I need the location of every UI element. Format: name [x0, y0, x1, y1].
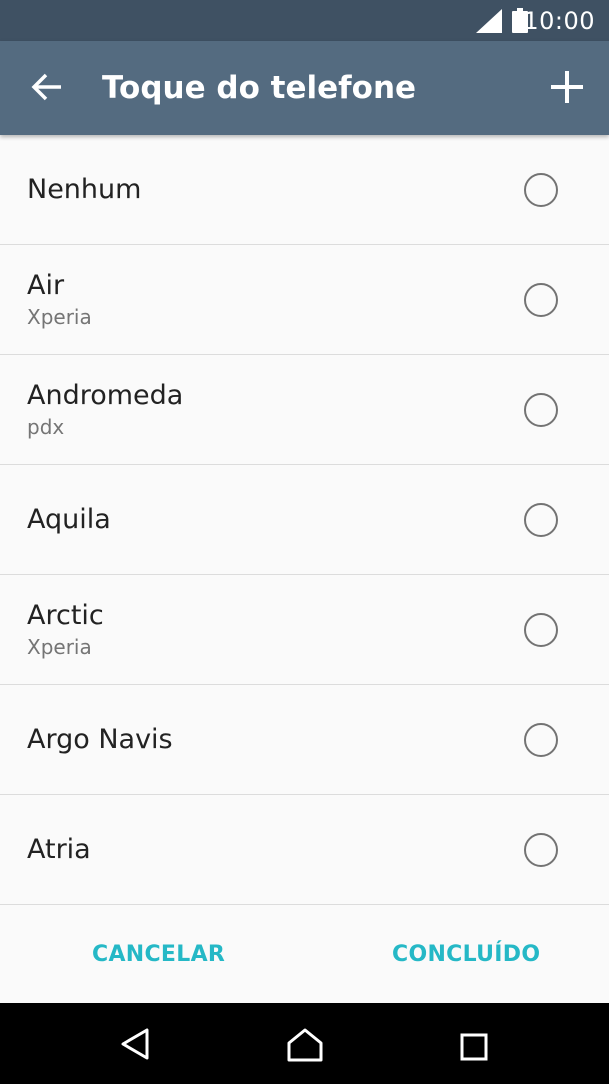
ringtone-title: Atria: [27, 833, 91, 865]
add-icon[interactable]: [545, 65, 589, 109]
ringtone-item-andromeda[interactable]: Andromeda pdx: [0, 355, 609, 465]
radio-button[interactable]: [524, 173, 558, 207]
done-button[interactable]: CONCLUÍDO: [392, 906, 540, 1003]
ringtone-title: Andromeda: [27, 379, 184, 411]
back-arrow-icon[interactable]: [26, 65, 70, 109]
app-bar: Toque do telefone: [0, 41, 609, 135]
ringtone-title: Aquila: [27, 503, 111, 535]
recents-square-icon[interactable]: [460, 1033, 488, 1061]
ringtone-item-atria[interactable]: Atria: [0, 795, 609, 905]
ringtone-list: Nenhum Air Xperia Andromeda pdx Aquila A…: [0, 135, 609, 905]
ringtone-subtitle: Xperia: [27, 634, 92, 659]
ringtone-item-argo-navis[interactable]: Argo Navis: [0, 685, 609, 795]
status-bar: 10:00: [0, 0, 609, 41]
ringtone-title: Argo Navis: [27, 723, 173, 755]
radio-button[interactable]: [524, 283, 558, 317]
ringtone-item-air[interactable]: Air Xperia: [0, 245, 609, 355]
ringtone-subtitle: pdx: [27, 414, 65, 439]
radio-button[interactable]: [524, 723, 558, 757]
radio-button[interactable]: [524, 833, 558, 867]
ringtone-title: Nenhum: [27, 173, 142, 205]
signal-icon: [476, 9, 502, 33]
navigation-bar: [0, 1003, 609, 1084]
ringtone-item-aquila[interactable]: Aquila: [0, 465, 609, 575]
ringtone-item-arctic[interactable]: Arctic Xperia: [0, 575, 609, 685]
ringtone-subtitle: Xperia: [27, 304, 92, 329]
dialog-footer: CANCELAR CONCLUÍDO: [0, 906, 609, 1003]
ringtone-title: Arctic: [27, 599, 104, 631]
ringtone-title: Air: [27, 269, 65, 301]
cancel-button[interactable]: CANCELAR: [92, 906, 225, 1003]
radio-button[interactable]: [524, 393, 558, 427]
radio-button[interactable]: [524, 503, 558, 537]
radio-button[interactable]: [524, 613, 558, 647]
back-triangle-icon[interactable]: [118, 1027, 152, 1061]
status-time: 10:00: [523, 7, 595, 35]
page-title: Toque do telefone: [102, 70, 417, 106]
ringtone-item-nenhum[interactable]: Nenhum: [0, 135, 609, 245]
home-icon[interactable]: [286, 1027, 324, 1063]
